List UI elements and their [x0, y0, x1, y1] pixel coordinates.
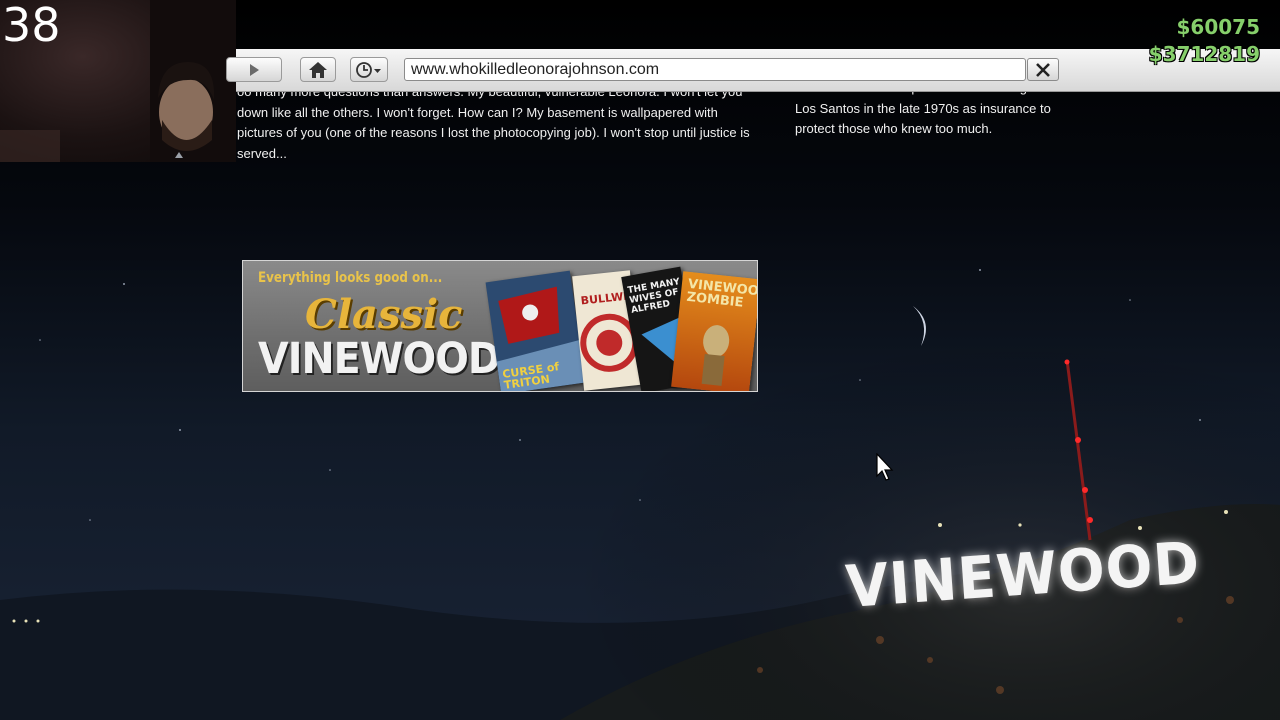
book-cover-triton: CURSE of TRITON [485, 270, 586, 391]
forward-arrow-icon [250, 63, 259, 76]
ad-brand-classic: Classic [305, 291, 463, 338]
article-paragraph-left: oo many more questions than answers. My … [237, 84, 750, 161]
ad-brand-vinewood: VINEWOOD [258, 334, 501, 384]
home-icon [309, 61, 327, 78]
close-button[interactable] [1027, 58, 1059, 81]
cash-display: $60075 [1176, 15, 1261, 39]
browser-toolbar: www.whokilledleonorajohnson.com [226, 49, 1280, 92]
url-bar[interactable]: www.whokilledleonorajohnson.com [404, 58, 1026, 81]
mouse-cursor-icon [876, 453, 894, 481]
ad-tagline: Everything looks good on... [258, 270, 443, 286]
close-icon [1036, 62, 1050, 77]
bank-display: $3712819 [1148, 42, 1260, 66]
forward-button[interactable] [226, 57, 282, 82]
book-title-zombie: VINEWOOD ZOMBIE [685, 276, 758, 311]
classic-vinewood-ad[interactable]: Everything looks good on... Classic VINE… [242, 260, 758, 392]
history-button[interactable] [350, 57, 388, 82]
hud-counter: 38 [2, 0, 61, 52]
clock-dropdown-icon [356, 61, 381, 78]
book-cover-zombie: VINEWOOD ZOMBIE [671, 271, 758, 391]
home-button[interactable] [300, 57, 336, 82]
